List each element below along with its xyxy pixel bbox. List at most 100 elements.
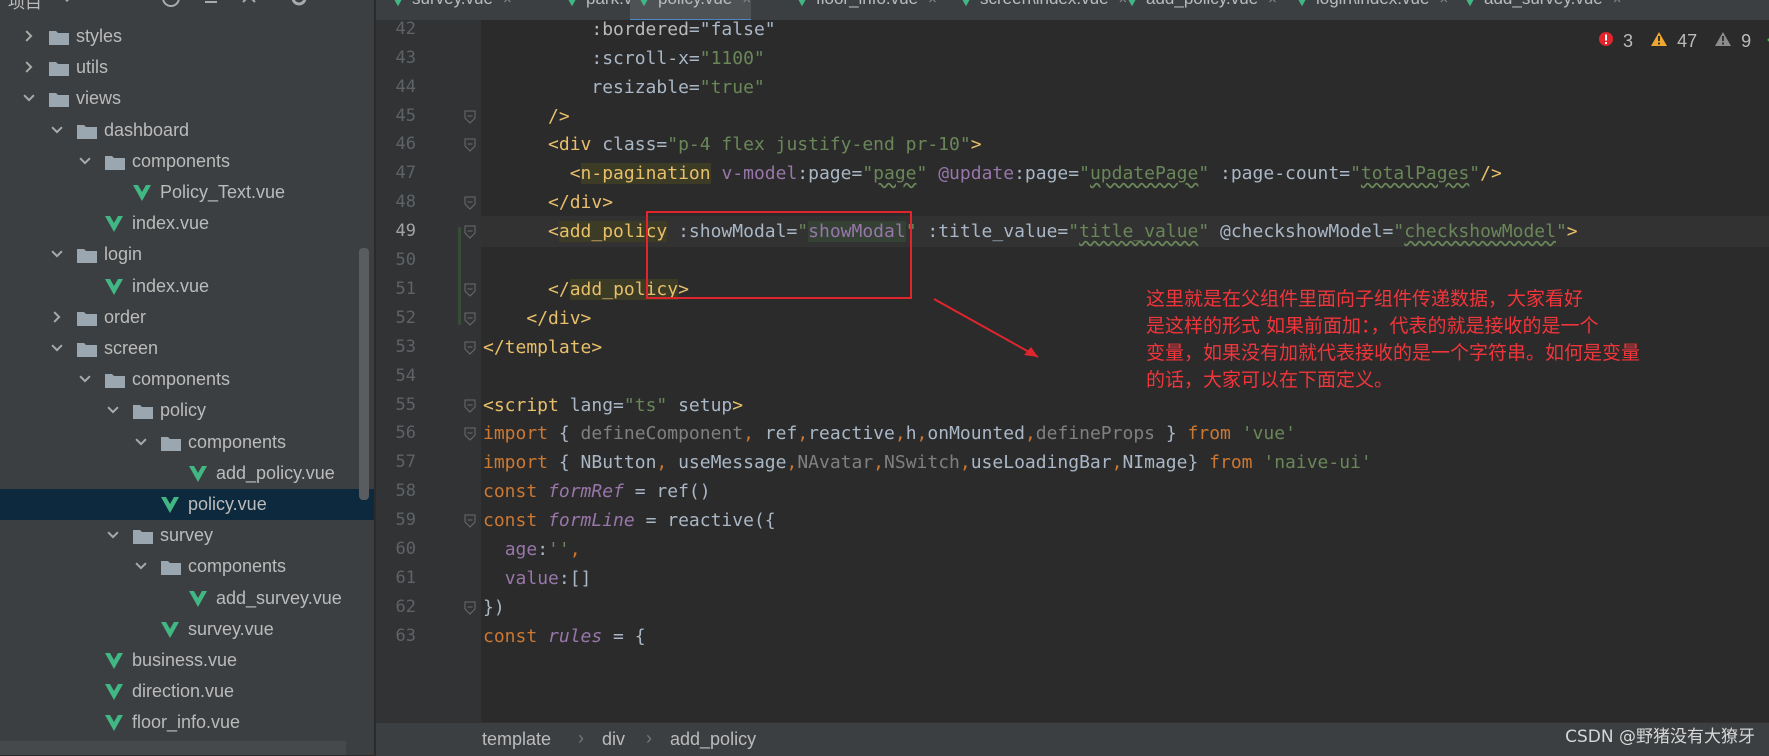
chevron-down-icon[interactable] <box>50 247 64 261</box>
line-number[interactable]: 47 <box>376 158 416 189</box>
vcs-change-marker[interactable] <box>458 227 461 325</box>
close-icon[interactable]: × <box>928 0 937 8</box>
code-line[interactable]: const formLine = reactive({ <box>481 505 1769 536</box>
tree-folder[interactable]: policy <box>0 395 374 426</box>
tree-file[interactable]: Policy_Text.vue <box>0 177 374 208</box>
chevron-down-icon[interactable] <box>22 91 36 105</box>
breadcrumb-item[interactable]: div <box>602 729 625 750</box>
code-line[interactable]: /> <box>481 101 1769 132</box>
code-line[interactable]: age:'', <box>481 534 1769 565</box>
fold-marker-icon[interactable] <box>464 341 476 355</box>
code-line[interactable]: value:[] <box>481 563 1769 594</box>
chevron-right-icon[interactable] <box>22 29 36 43</box>
gear-icon[interactable] <box>288 0 310 8</box>
fold-marker-icon[interactable] <box>464 196 476 210</box>
code-line[interactable]: <div class="p-4 flex justify-end pr-10"> <box>481 129 1769 160</box>
chevron-down-icon[interactable] <box>78 372 92 386</box>
line-number[interactable]: 45 <box>376 101 416 132</box>
tree-folder[interactable]: screen <box>0 333 374 364</box>
code-line[interactable]: import { defineComponent, ref,reactive,h… <box>481 418 1769 449</box>
tree-folder[interactable]: login <box>0 239 374 270</box>
fold-marker-icon[interactable] <box>464 312 476 326</box>
chevron-down-icon[interactable] <box>106 403 120 417</box>
tree-file[interactable]: add_policy.vue <box>0 458 374 489</box>
line-number[interactable]: 49 <box>376 216 416 247</box>
chevron-down-icon[interactable] <box>134 559 148 573</box>
tree-folder[interactable]: views <box>0 83 374 114</box>
code-line[interactable]: <n-pagination v-model:page="page" @updat… <box>481 158 1769 189</box>
fold-marker-icon[interactable] <box>464 399 476 413</box>
chevron-right-icon[interactable] <box>50 310 64 324</box>
line-number[interactable]: 43 <box>376 43 416 74</box>
code-line[interactable]: const rules = { <box>481 621 1769 652</box>
line-number[interactable]: 59 <box>376 505 416 536</box>
line-number[interactable]: 46 <box>376 129 416 160</box>
chevron-down-icon[interactable] <box>78 154 92 168</box>
locate-icon[interactable] <box>160 0 182 8</box>
fold-marker-icon[interactable] <box>464 427 476 442</box>
code-line[interactable]: <script lang="ts" setup> <box>481 390 1769 421</box>
line-number[interactable]: 53 <box>376 332 416 363</box>
line-number[interactable]: 55 <box>376 390 416 421</box>
tree-file[interactable]: index.vue <box>0 208 374 239</box>
close-icon[interactable]: × <box>1268 0 1277 8</box>
close-icon[interactable]: × <box>1613 0 1622 8</box>
sidebar-scrollbar[interactable] <box>359 248 369 500</box>
tree-folder[interactable]: utils <box>0 52 374 83</box>
chevron-down-icon[interactable] <box>56 0 78 8</box>
line-number[interactable]: 61 <box>376 563 416 594</box>
tree-file[interactable]: survey.vue <box>0 614 374 645</box>
tree-folder[interactable]: components <box>0 146 374 177</box>
close-icon[interactable]: × <box>1439 0 1448 8</box>
line-number[interactable]: 62 <box>376 592 416 623</box>
line-number[interactable]: 60 <box>376 534 416 565</box>
collapse-all-icon[interactable] <box>200 0 222 8</box>
line-number[interactable]: 57 <box>376 447 416 478</box>
tree-file[interactable]: index.vue <box>0 271 374 302</box>
fold-marker-icon[interactable] <box>464 283 476 297</box>
tree-folder[interactable]: components <box>0 551 374 582</box>
close-icon[interactable]: × <box>742 0 751 8</box>
line-number[interactable]: 63 <box>376 621 416 652</box>
code-line[interactable]: :bordered="false" <box>481 14 1769 45</box>
close-icon[interactable]: × <box>503 0 512 8</box>
expand-all-icon[interactable] <box>238 0 260 8</box>
tree-folder[interactable]: components <box>0 364 374 395</box>
tree-file[interactable]: direction.vue <box>0 676 374 707</box>
sidebar-horizontal-scrollbar[interactable] <box>0 741 346 755</box>
line-number[interactable]: 56 <box>376 418 416 449</box>
line-number[interactable]: 54 <box>376 361 416 392</box>
chevron-down-icon[interactable] <box>134 435 148 449</box>
chevron-down-icon[interactable] <box>50 123 64 137</box>
code-line[interactable]: import { NButton, useMessage,NAvatar,NSw… <box>481 447 1769 478</box>
inspection-widget[interactable]: 3 47 9 <box>1598 30 1769 54</box>
breadcrumb-item[interactable]: add_policy <box>670 729 756 750</box>
tree-file[interactable]: add_survey.vue <box>0 583 374 614</box>
line-number[interactable]: 51 <box>376 274 416 305</box>
fold-marker-icon[interactable] <box>464 514 476 528</box>
tree-file[interactable]: policy.vue <box>0 489 374 520</box>
line-number[interactable]: 44 <box>376 72 416 103</box>
line-number[interactable]: 52 <box>376 303 416 334</box>
tree-folder[interactable]: dashboard <box>0 115 374 146</box>
line-number[interactable]: 42 <box>376 14 416 45</box>
line-number[interactable]: 48 <box>376 187 416 218</box>
code-line[interactable]: const formRef = ref() <box>481 476 1769 507</box>
line-number[interactable]: 50 <box>376 245 416 276</box>
fold-marker-icon[interactable] <box>464 601 476 615</box>
tree-file[interactable]: business.vue <box>0 645 374 676</box>
fold-marker-icon[interactable] <box>464 110 476 124</box>
fold-marker-icon[interactable] <box>464 225 476 239</box>
breadcrumb-item[interactable]: template <box>482 729 551 750</box>
tree-folder[interactable]: order <box>0 302 374 333</box>
fold-marker-icon[interactable] <box>464 138 476 153</box>
tree-folder[interactable]: survey <box>0 520 374 551</box>
line-number[interactable]: 58 <box>376 476 416 507</box>
tree-folder[interactable]: styles <box>0 21 374 52</box>
code-line[interactable]: resizable="true" <box>481 72 1769 103</box>
chevron-down-icon[interactable] <box>106 528 120 542</box>
tree-folder[interactable]: components <box>0 427 374 458</box>
code-line[interactable]: }) <box>481 592 1769 623</box>
chevron-down-icon[interactable] <box>50 341 64 355</box>
tree-file[interactable]: floor_info.vue <box>0 707 374 738</box>
